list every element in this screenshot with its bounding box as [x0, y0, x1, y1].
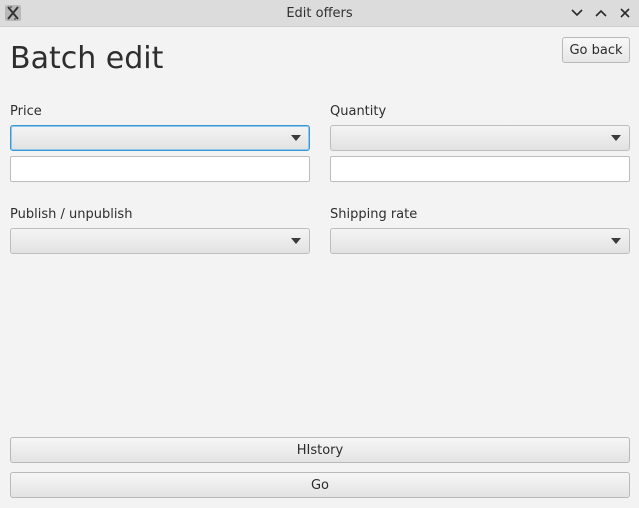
minimize-button[interactable]	[568, 4, 586, 22]
maximize-button[interactable]	[592, 4, 610, 22]
quantity-input[interactable]	[330, 156, 630, 182]
price-label: Price	[10, 104, 42, 119]
app-window: Edit offers Batch edit Go back Price Qua…	[0, 0, 639, 508]
publish-combobox[interactable]	[10, 228, 310, 254]
history-button[interactable]: HIstory	[10, 437, 630, 463]
close-button[interactable]	[616, 4, 634, 22]
price-input[interactable]	[10, 156, 310, 182]
shipping-rate-label: Shipping rate	[330, 207, 418, 222]
page-title: Batch edit	[10, 41, 164, 76]
window-title: Edit offers	[286, 6, 353, 21]
price-combobox[interactable]	[10, 125, 310, 151]
chevron-up-icon	[595, 9, 607, 17]
go-back-button[interactable]: Go back	[562, 37, 630, 63]
quantity-combobox[interactable]	[330, 125, 630, 151]
close-icon	[620, 8, 630, 18]
title-bar: Edit offers	[0, 0, 639, 27]
dropdown-arrow-icon	[611, 238, 621, 244]
dropdown-arrow-icon	[611, 135, 621, 141]
shipping-rate-combobox[interactable]	[330, 228, 630, 254]
dropdown-arrow-icon	[291, 238, 301, 244]
quantity-label: Quantity	[330, 104, 387, 119]
publish-label: Publish / unpublish	[10, 207, 133, 222]
chevron-down-icon	[571, 9, 583, 17]
go-button[interactable]: Go	[10, 472, 630, 498]
dropdown-arrow-icon	[291, 135, 301, 141]
